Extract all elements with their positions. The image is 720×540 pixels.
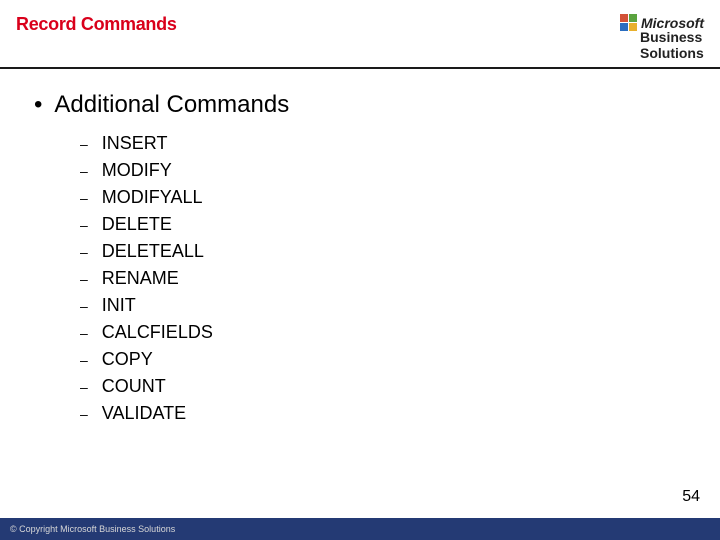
list-item: –MODIFY — [80, 160, 710, 181]
bullet-icon: • — [34, 93, 42, 117]
windows-flag-icon — [620, 14, 637, 31]
dash-icon: – — [80, 379, 88, 395]
brand-logo: Microsoft Business Solutions — [620, 14, 704, 61]
dash-icon: – — [80, 352, 88, 368]
list-item-label: COUNT — [102, 376, 166, 397]
slide-header: Record Commands Microsoft Business Solut… — [0, 0, 720, 67]
list-item-label: INSERT — [102, 133, 168, 154]
page-number: 54 — [682, 488, 700, 506]
dash-icon: – — [80, 190, 88, 206]
list-item-label: RENAME — [102, 268, 179, 289]
footer-bar: © Copyright Microsoft Business Solutions — [0, 518, 720, 540]
list-item-label: MODIFY — [102, 160, 172, 181]
dash-icon: – — [80, 298, 88, 314]
dash-icon: – — [80, 271, 88, 287]
list-item: –DELETE — [80, 214, 710, 235]
main-bullet: • Additional Commands — [34, 91, 710, 119]
dash-icon: – — [80, 244, 88, 260]
dash-icon: – — [80, 217, 88, 233]
dash-icon: – — [80, 325, 88, 341]
brand-text-mid: Business — [640, 30, 704, 45]
main-bullet-text: Additional Commands — [54, 91, 289, 119]
list-item: –INSERT — [80, 133, 710, 154]
dash-icon: – — [80, 406, 88, 422]
list-item: –DELETEALL — [80, 241, 710, 262]
list-item-label: COPY — [102, 349, 153, 370]
slide-content: • Additional Commands –INSERT –MODIFY –M… — [0, 69, 720, 440]
dash-icon: – — [80, 136, 88, 152]
command-list: –INSERT –MODIFY –MODIFYALL –DELETE –DELE… — [80, 133, 710, 424]
list-item: –VALIDATE — [80, 403, 710, 424]
slide-title: Record Commands — [16, 14, 177, 35]
list-item-label: DELETE — [102, 214, 172, 235]
dash-icon: – — [80, 163, 88, 179]
list-item: –MODIFYALL — [80, 187, 710, 208]
list-item-label: MODIFYALL — [102, 187, 203, 208]
list-item: –RENAME — [80, 268, 710, 289]
list-item: –CALCFIELDS — [80, 322, 710, 343]
list-item: –INIT — [80, 295, 710, 316]
list-item-label: INIT — [102, 295, 136, 316]
list-item-label: DELETEALL — [102, 241, 204, 262]
list-item-label: CALCFIELDS — [102, 322, 213, 343]
copyright-text: © Copyright Microsoft Business Solutions — [10, 524, 175, 534]
list-item: –COPY — [80, 349, 710, 370]
list-item-label: VALIDATE — [102, 403, 186, 424]
brand-text-bot: Solutions — [640, 45, 704, 61]
list-item: –COUNT — [80, 376, 710, 397]
